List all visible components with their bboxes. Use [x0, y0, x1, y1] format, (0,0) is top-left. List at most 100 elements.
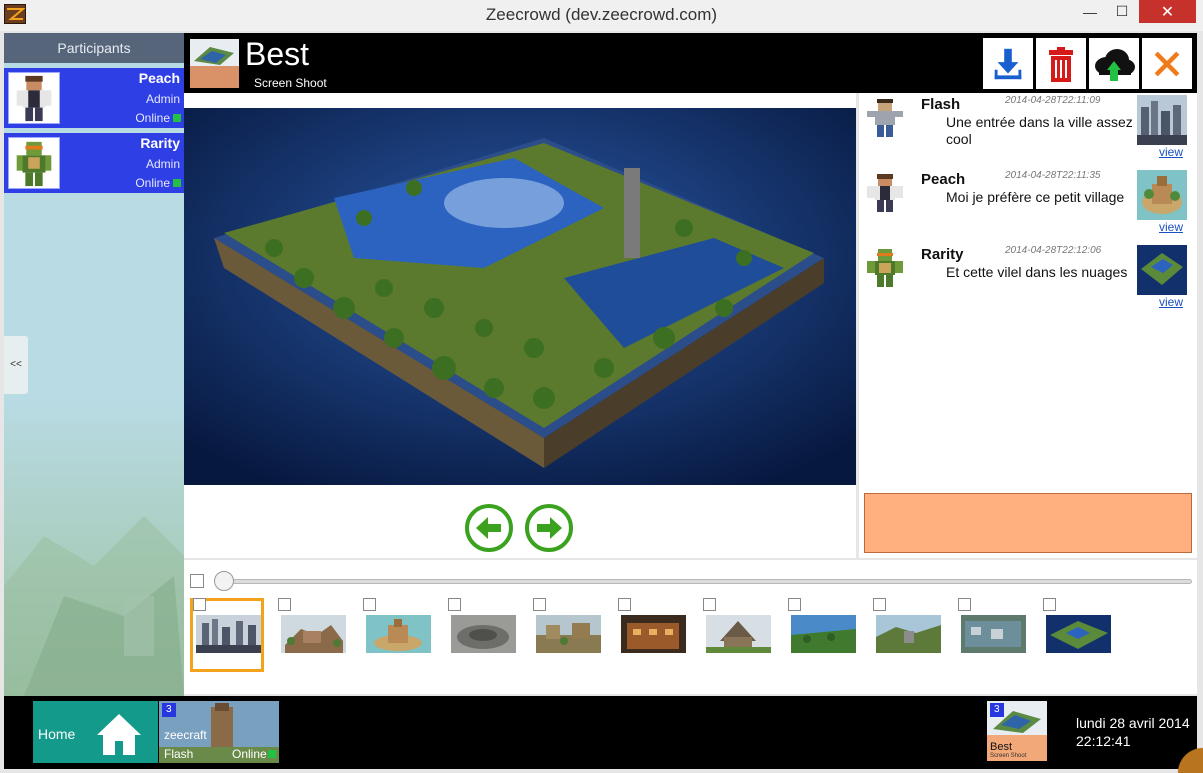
online-indicator	[268, 750, 276, 758]
comment-thumbnail[interactable]	[1137, 245, 1187, 295]
avatar	[867, 99, 903, 137]
avatar	[867, 249, 903, 287]
view-link[interactable]: view	[1159, 145, 1183, 159]
select-all-checkbox[interactable]	[190, 574, 204, 588]
delete-button[interactable]	[1036, 38, 1086, 89]
clock-date: lundi 28 avril 2014	[1076, 715, 1190, 731]
room-status: Online	[232, 747, 267, 761]
thumbnail-checkbox[interactable]	[363, 598, 376, 611]
thumbnail-checkbox[interactable]	[1043, 598, 1056, 611]
comment-thumbnail[interactable]	[1137, 95, 1187, 145]
thumbnail-checkbox[interactable]	[533, 598, 546, 611]
thumbnail-checkbox[interactable]	[703, 598, 716, 611]
clock-time: 22:12:41	[1076, 733, 1131, 749]
participant-name: Peach	[138, 70, 180, 86]
minimize-button[interactable]: —	[1076, 0, 1104, 23]
participant-status: Online	[135, 176, 170, 190]
zoom-slider-handle[interactable]	[214, 571, 234, 591]
document-title: Best	[245, 36, 310, 72]
online-indicator	[173, 114, 181, 122]
comment-date: 2014-04-28T22:12:06	[1005, 245, 1102, 256]
close-icon	[1154, 51, 1180, 76]
thumbnail-image[interactable]	[281, 615, 346, 653]
participant-role: Admin	[145, 92, 180, 106]
view-link[interactable]: view	[1159, 295, 1183, 309]
comment-date: 2014-04-28T22:11:09	[1005, 95, 1101, 106]
thumbnail-image[interactable]	[196, 615, 261, 653]
document-thumbnail	[190, 39, 239, 88]
next-arrow-icon[interactable]	[524, 503, 574, 553]
thumbnail-checkbox[interactable]	[278, 598, 291, 611]
thumbnail-image[interactable]	[1046, 615, 1111, 653]
background-scenery	[4, 516, 184, 696]
comment-author: Rarity	[921, 246, 964, 263]
room-user: Flash	[164, 747, 194, 761]
zoom-slider[interactable]	[218, 579, 1192, 584]
close-window-button[interactable]: ✕	[1139, 0, 1196, 23]
window-title: Zeecrowd (dev.zeecrowd.com)	[485, 5, 718, 24]
maximize-button[interactable]: ☐	[1108, 0, 1136, 23]
image-viewer	[184, 93, 856, 558]
avatar	[8, 72, 60, 124]
home-tile[interactable]: Home	[33, 701, 158, 763]
comment-text: Et cette vilel dans les nuages	[946, 264, 1128, 280]
participant-role: Admin	[145, 157, 180, 171]
participant-name: Rarity	[140, 135, 180, 151]
user-count-badge: 3	[990, 703, 1004, 717]
thumbnail-checkbox[interactable]	[958, 598, 971, 611]
comment-item: Peach 2014-04-28T22:11:35 Moi je préfère…	[859, 168, 1197, 240]
document-tile-subtitle: Screen Shoot	[990, 753, 1027, 759]
comment-date: 2014-04-28T22:11:35	[1005, 170, 1101, 181]
thumbnail-image[interactable]	[706, 615, 771, 653]
thumbnail-image[interactable]	[621, 615, 686, 653]
thumbnail-checkbox[interactable]	[448, 598, 461, 611]
taskbar: Home 3 zeecraft Flash Online 3 Best Scre…	[4, 696, 1197, 769]
comment-text: Moi je préfère ce petit village	[946, 189, 1125, 205]
thumbnail-image[interactable]	[876, 615, 941, 653]
comment-thumbnail[interactable]	[1137, 170, 1187, 220]
main-image[interactable]	[184, 108, 856, 485]
comments-panel: Flash 2014-04-28T22:11:09 Une entrée dan…	[859, 93, 1197, 558]
participants-header: Participants	[4, 33, 184, 63]
document-header: Best Screen Shoot	[184, 33, 1197, 93]
thumbnail-image[interactable]	[451, 615, 516, 653]
user-count-badge: 3	[162, 703, 176, 717]
room-tile[interactable]: 3 zeecraft Flash Online	[159, 701, 279, 763]
comment-item: Rarity 2014-04-28T22:12:06 Et cette vile…	[859, 243, 1197, 315]
participant-rarity[interactable]: Rarity Admin Online	[4, 133, 184, 193]
comment-text: Une entrée dans la ville assez cool	[946, 114, 1133, 147]
upload-button[interactable]	[1089, 38, 1139, 89]
participant-status: Online	[135, 111, 170, 125]
thumbnail-image[interactable]	[536, 615, 601, 653]
home-icon	[97, 714, 141, 755]
thumbnail-image[interactable]	[366, 615, 431, 653]
participant-peach[interactable]: Peach Admin Online	[4, 68, 184, 128]
thumbnail-image[interactable]	[791, 615, 856, 653]
thumbnail-checkbox[interactable]	[193, 598, 206, 611]
document-tile-title: Best	[990, 741, 1013, 753]
comment-item: Flash 2014-04-28T22:11:09 Une entrée dan…	[859, 93, 1197, 165]
thumbnail-checkbox[interactable]	[618, 598, 631, 611]
thumbnail-strip	[184, 560, 1197, 694]
document-subtitle: Screen Shoot	[254, 76, 327, 90]
cloud-upload-icon	[1095, 48, 1135, 81]
download-icon	[994, 48, 1022, 79]
corner-widget[interactable]	[1176, 742, 1203, 773]
thumbnail-checkbox[interactable]	[788, 598, 801, 611]
online-indicator	[173, 179, 181, 187]
collapse-sidebar-button[interactable]: <<	[4, 336, 28, 394]
participants-sidebar: Participants Peach Admin Online Rarity A…	[4, 33, 184, 696]
previous-arrow-icon[interactable]	[464, 503, 514, 553]
avatar	[867, 174, 903, 212]
avatar	[8, 137, 60, 189]
download-button[interactable]	[983, 38, 1033, 89]
thumbnail-checkbox[interactable]	[873, 598, 886, 611]
close-viewer-button[interactable]	[1142, 38, 1192, 89]
room-name: zeecraft	[164, 728, 207, 742]
comment-input[interactable]	[864, 493, 1192, 553]
view-link[interactable]: view	[1159, 220, 1183, 234]
comment-author: Flash	[921, 96, 961, 113]
trash-icon	[1049, 46, 1073, 82]
thumbnail-image[interactable]	[961, 615, 1026, 653]
document-tile[interactable]: 3 Best Screen Shoot	[987, 701, 1047, 761]
